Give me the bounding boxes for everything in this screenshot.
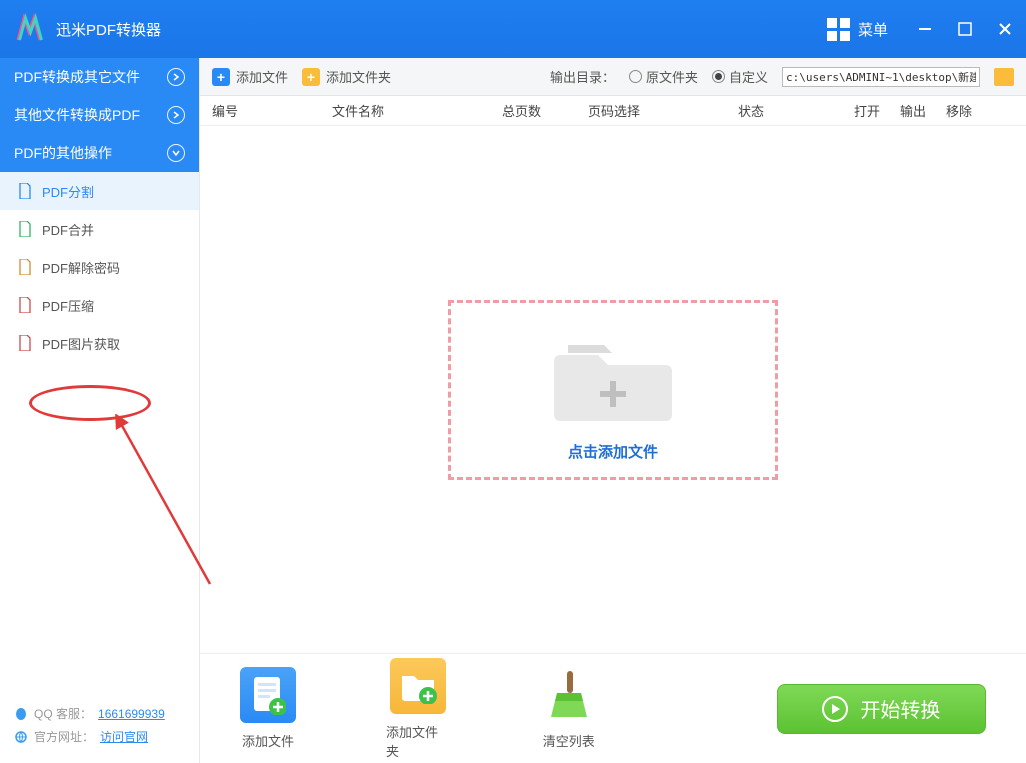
site-label: 官方网址： xyxy=(34,728,94,745)
broom-icon xyxy=(541,667,597,723)
chevron-right-icon xyxy=(167,106,185,124)
drop-zone[interactable]: 点击添加文件 xyxy=(448,300,778,480)
folder-plus-icon xyxy=(548,329,678,429)
minimize-button[interactable] xyxy=(916,20,934,38)
bottom-clear-button[interactable]: 清空列表 xyxy=(541,667,597,750)
output-label: 输出目录： xyxy=(550,67,615,86)
file-icon xyxy=(18,335,32,351)
menu-button[interactable]: 菜单 xyxy=(827,18,888,41)
file-plus-icon xyxy=(240,667,296,723)
category-label: 其他文件转换成PDF xyxy=(14,105,140,125)
add-folder-label: 添加文件夹 xyxy=(326,67,391,86)
file-icon xyxy=(18,183,32,199)
col-output: 输出 xyxy=(900,101,946,120)
app-logo-icon xyxy=(12,12,46,46)
browse-folder-button[interactable] xyxy=(994,68,1014,86)
drop-text: 点击添加文件 xyxy=(568,441,658,462)
bottom-bar: 添加文件 添加文件夹 清空列表 开始转换 xyxy=(200,653,1026,763)
file-icon xyxy=(18,221,32,237)
menu-grid-icon xyxy=(827,18,850,41)
window-controls xyxy=(916,20,1014,38)
qq-link[interactable]: 1661699939 xyxy=(98,707,165,721)
start-convert-button[interactable]: 开始转换 xyxy=(777,684,986,734)
sidebar-item-pdf-extract-images[interactable]: PDF图片获取 xyxy=(0,324,199,362)
bottom-add-file-label: 添加文件 xyxy=(242,731,294,750)
toolbar: + 添加文件 + 添加文件夹 输出目录： 原文件夹 自定义 xyxy=(200,58,1026,96)
col-page-range: 页码选择 xyxy=(588,101,738,120)
sidebar-item-pdf-merge[interactable]: PDF合并 xyxy=(0,210,199,248)
radio-custom-folder[interactable]: 自定义 xyxy=(712,67,768,86)
start-label: 开始转换 xyxy=(860,694,940,723)
annotation-circle xyxy=(29,385,151,421)
sidebar-item-pdf-unlock[interactable]: PDF解除密码 xyxy=(0,248,199,286)
globe-icon xyxy=(14,730,28,744)
bottom-add-file-button[interactable]: 添加文件 xyxy=(240,667,296,750)
col-status: 状态 xyxy=(738,101,854,120)
file-icon xyxy=(18,297,32,313)
radio-custom-label: 自定义 xyxy=(729,67,768,86)
titlebar: 迅米PDF转换器 菜单 xyxy=(0,0,1026,58)
col-open: 打开 xyxy=(854,101,900,120)
qq-label: QQ 客服： xyxy=(34,705,92,722)
main-panel: + 添加文件 + 添加文件夹 输出目录： 原文件夹 自定义 编号 文件名称 xyxy=(200,58,1026,763)
qq-icon xyxy=(14,707,28,721)
add-folder-button[interactable]: + 添加文件夹 xyxy=(302,67,391,86)
add-file-label: 添加文件 xyxy=(236,67,288,86)
add-file-button[interactable]: + 添加文件 xyxy=(212,67,288,86)
category-label: PDF的其他操作 xyxy=(14,143,112,163)
radio-source-folder[interactable]: 原文件夹 xyxy=(629,67,698,86)
sidebar-item-pdf-compress[interactable]: PDF压缩 xyxy=(0,286,199,324)
chevron-right-icon xyxy=(167,68,185,86)
table-header: 编号 文件名称 总页数 页码选择 状态 打开 输出 移除 xyxy=(200,96,1026,126)
sidebar-category-pdf-to-other[interactable]: PDF转换成其它文件 xyxy=(0,58,199,96)
col-remove: 移除 xyxy=(946,101,992,120)
sidebar-item-label: PDF解除密码 xyxy=(42,258,120,277)
sidebar: PDF转换成其它文件 其他文件转换成PDF PDF的其他操作 PDF分割 PDF… xyxy=(0,58,200,763)
sidebar-footer: QQ 客服： 1661699939 官方网址： 访问官网 xyxy=(0,687,199,763)
sidebar-item-label: PDF分割 xyxy=(42,182,94,201)
col-filename: 文件名称 xyxy=(332,101,502,120)
folder-plus-icon xyxy=(390,658,446,714)
app-title: 迅米PDF转换器 xyxy=(56,19,161,40)
sidebar-item-pdf-split[interactable]: PDF分割 xyxy=(0,172,199,210)
drop-area: 点击添加文件 xyxy=(200,126,1026,653)
chevron-down-icon xyxy=(167,144,185,162)
col-pages: 总页数 xyxy=(502,101,588,120)
sidebar-item-label: PDF图片获取 xyxy=(42,334,120,353)
site-link[interactable]: 访问官网 xyxy=(100,728,148,745)
play-icon xyxy=(822,696,848,722)
radio-source-label: 原文件夹 xyxy=(646,67,698,86)
file-icon xyxy=(18,259,32,275)
col-number: 编号 xyxy=(212,101,332,120)
sidebar-item-label: PDF压缩 xyxy=(42,296,94,315)
plus-icon: + xyxy=(302,68,320,86)
plus-icon: + xyxy=(212,68,230,86)
radio-checked-icon xyxy=(712,70,725,83)
radio-icon xyxy=(629,70,642,83)
category-label: PDF转换成其它文件 xyxy=(14,67,140,87)
sidebar-category-pdf-other-ops[interactable]: PDF的其他操作 xyxy=(0,134,199,172)
bottom-add-folder-label: 添加文件夹 xyxy=(386,722,451,760)
sidebar-item-label: PDF合并 xyxy=(42,220,94,239)
bottom-clear-label: 清空列表 xyxy=(543,731,595,750)
maximize-button[interactable] xyxy=(956,20,974,38)
menu-label: 菜单 xyxy=(858,19,888,40)
bottom-add-folder-button[interactable]: 添加文件夹 xyxy=(386,658,451,760)
sidebar-category-other-to-pdf[interactable]: 其他文件转换成PDF xyxy=(0,96,199,134)
close-button[interactable] xyxy=(996,20,1014,38)
output-path-input[interactable] xyxy=(782,67,980,87)
